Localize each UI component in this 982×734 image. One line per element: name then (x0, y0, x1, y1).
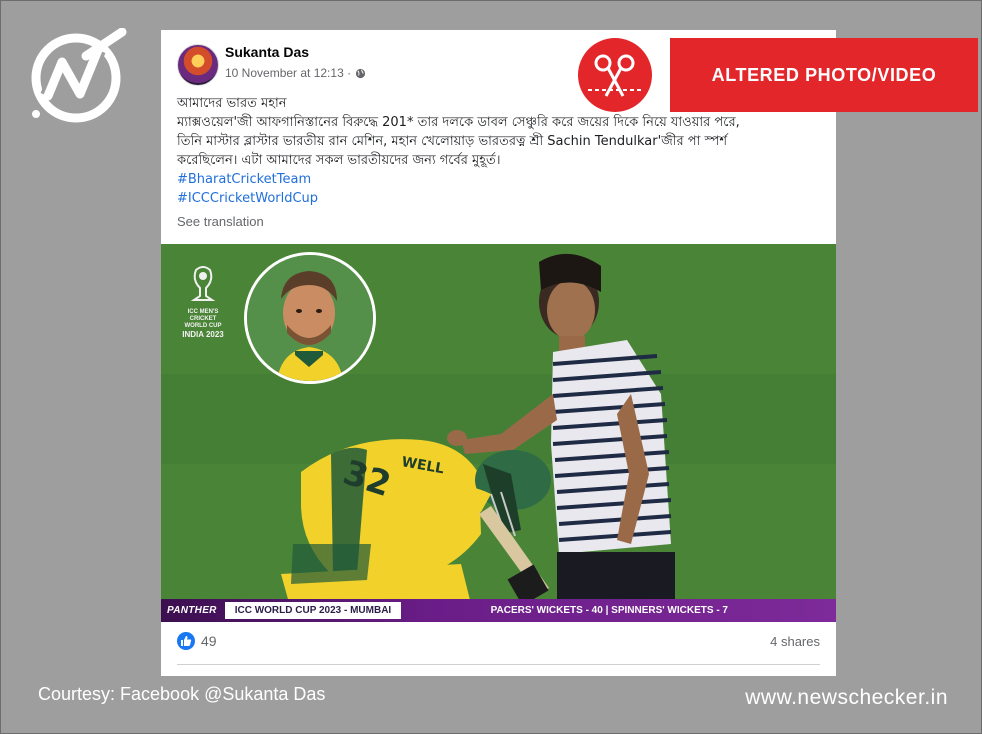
facebook-post-card: Sukanta Das 10 November at 12:13 · আমাদে… (161, 30, 836, 676)
post-photo[interactable]: 32 WELL ICC MEN'S CRICKET WORLD CUP INDI… (161, 244, 836, 622)
altered-badge (578, 38, 652, 112)
wc-logo-line: INDIA 2023 (182, 330, 224, 339)
wc-logo-line: CRICKET (189, 316, 217, 322)
reactions-summary[interactable]: 49 (177, 632, 217, 650)
shares-count[interactable]: 4 shares (770, 634, 820, 649)
divider (177, 664, 820, 665)
post-text-line: ম্যাক্সওয়েল'জী আফগানিস্তানের বিরুদ্ধে 2… (177, 115, 740, 130)
sponsor-label: PANTHER (167, 605, 217, 616)
website-url[interactable]: www.newschecker.in (745, 686, 948, 710)
scissors-icon (588, 54, 642, 97)
avatar[interactable] (177, 44, 219, 86)
like-count: 49 (201, 633, 217, 649)
broadcast-score-bar: PANTHER ICC WORLD CUP 2023 - MUMBAI PACE… (161, 599, 836, 622)
newschecker-logo-icon (31, 28, 127, 123)
post-timestamp[interactable]: 10 November at 12:13 · (225, 66, 351, 80)
world-cup-logo: ICC MEN'S CRICKET WORLD CUP INDIA 2023 (177, 266, 229, 340)
hashtag-link[interactable]: #ICCCricketWorldCup (177, 189, 817, 208)
wickets-stats: PACERS' WICKETS - 40 | SPINNERS' WICKETS… (490, 605, 728, 616)
inset-portrait (244, 252, 376, 384)
wc-logo-line: WORLD CUP (184, 323, 222, 329)
courtesy-credit: Courtesy: Facebook @Sukanta Das (38, 684, 326, 704)
like-icon (177, 632, 195, 650)
altered-label: ALTERED PHOTO/VIDEO (670, 38, 978, 112)
globe-icon (355, 68, 366, 78)
author-name[interactable]: Sukanta Das (225, 44, 309, 60)
see-translation-link[interactable]: See translation (177, 214, 264, 229)
post-text-line: তিনি মাস্টার ব্লাস্টার ভারতীয় রান মেশিন… (177, 134, 728, 149)
match-title: ICC WORLD CUP 2023 - MUMBAI (224, 602, 402, 619)
trophy-icon (190, 266, 216, 301)
post-meta: 10 November at 12:13 · (225, 66, 366, 80)
hashtag-link[interactable]: #BharatCricketTeam (177, 170, 817, 189)
wc-logo-line: ICC MEN'S (187, 309, 219, 315)
portrait-face (247, 255, 373, 381)
post-text-line: করেছিলেন। এটা আমাদের সকল ভারতীয়দের জন্য… (177, 153, 501, 168)
